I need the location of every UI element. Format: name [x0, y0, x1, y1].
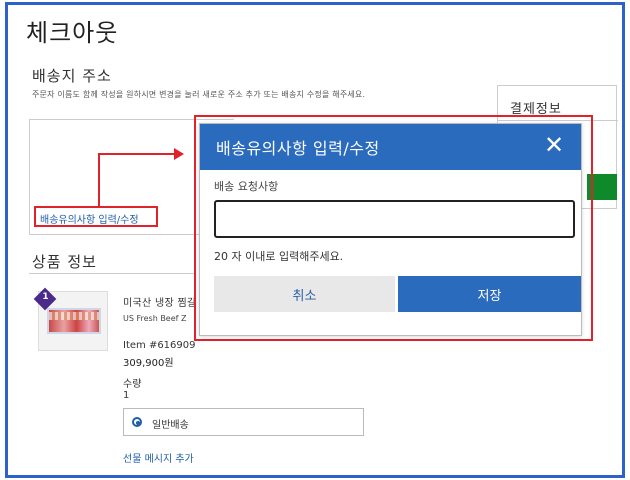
radio-selected-icon[interactable]: [132, 417, 142, 427]
delivery-request-input[interactable]: [214, 200, 575, 238]
delivery-notes-modal: 배송유의사항 입력/수정 ✕ 배송 요청사항 20 자 이내로 입력해주세요. …: [199, 123, 582, 336]
annotation-arrow-head-icon: [174, 148, 184, 160]
cancel-button[interactable]: 취소: [214, 276, 395, 312]
delivery-request-label: 배송 요청사항: [214, 180, 279, 193]
product-name-en: US Fresh Beef Z: [123, 314, 187, 323]
gift-message-link[interactable]: 선물 메시지 추가: [123, 450, 194, 465]
annotation-arrow-vertical: [98, 153, 100, 207]
delivery-notes-link[interactable]: 배송유의사항 입력/수정: [40, 211, 139, 226]
product-info-title: 상품 정보: [32, 253, 97, 271]
product-price: 309,900원: [123, 358, 174, 369]
item-number-badge-label: 1: [42, 292, 49, 302]
quantity-label: 수량: [123, 379, 142, 390]
product-divider: [29, 273, 194, 274]
close-icon[interactable]: ✕: [541, 132, 567, 158]
page-title: 체크아웃: [26, 19, 119, 47]
save-button[interactable]: 저장: [398, 276, 581, 312]
shipping-option-label: 일반배송: [152, 420, 189, 431]
screenshot-frame: 체크아웃 배송지 주소 주문자 이름도 함께 작성을 원하시면 변경을 눌러 새…: [5, 2, 625, 478]
character-limit-hint: 20 자 이내로 입력해주세요.: [214, 250, 344, 263]
modal-header: 배송유의사항 입력/수정 ✕: [200, 124, 581, 170]
shipping-address-title: 배송지 주소: [32, 67, 112, 85]
annotation-arrow-horizontal: [98, 153, 176, 155]
shipping-option[interactable]: 일반배송: [123, 408, 364, 436]
delivery-notes-highlight: 배송유의사항 입력/수정: [34, 206, 158, 227]
product-item-number: Item #616909: [123, 340, 196, 351]
modal-title: 배송유의사항 입력/수정: [216, 139, 380, 158]
product-name: 미국산 냉장 찜갈: [123, 298, 197, 309]
meat-image-detail: [49, 312, 99, 320]
quantity-value: 1: [123, 390, 130, 401]
shipping-address-description: 주문자 이름도 함께 작성을 원하시면 변경을 눌러 새로운 주소 추가 또는 …: [32, 90, 366, 99]
